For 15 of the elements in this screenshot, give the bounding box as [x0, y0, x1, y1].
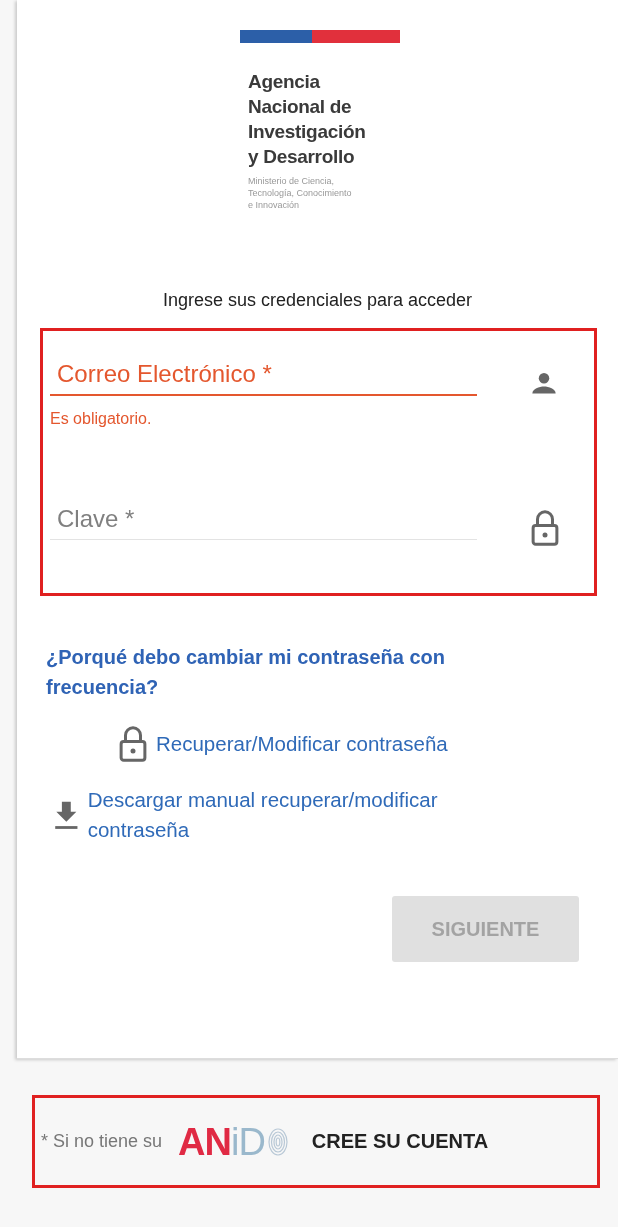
- create-account-link[interactable]: CREE SU CUENTA: [311, 1130, 489, 1153]
- email-field[interactable]: Correo Electrónico *: [50, 360, 477, 396]
- fingerprint-icon: [267, 1127, 288, 1156]
- error-message: Es obligatorio.: [50, 410, 153, 428]
- agency-name: Agencia Nacional de Investigación y Desarrollo: [248, 70, 367, 169]
- login-heading: Ingrese sus credenciales para acceder: [161, 290, 474, 311]
- recover-password-link[interactable]: Recuperar/Modificar contraseña: [156, 729, 448, 759]
- download-manual-link[interactable]: Descargar manual recuperar/modificar contraseña: [87, 785, 523, 845]
- brand-logo: ANiD: [178, 1122, 265, 1161]
- password-field[interactable]: Clave *: [50, 505, 477, 540]
- ministry-name: Ministerio de Ciencia, Tecnología, Conocimiento e Innovación: [248, 175, 353, 211]
- faq-link[interactable]: ¿Porqué debo cambiar mi contraseña con frecuencia?: [46, 642, 546, 702]
- padlock-icon: [530, 509, 560, 547]
- padlock-icon: [118, 725, 148, 763]
- footer-note: * Si no tiene su: [41, 1131, 163, 1152]
